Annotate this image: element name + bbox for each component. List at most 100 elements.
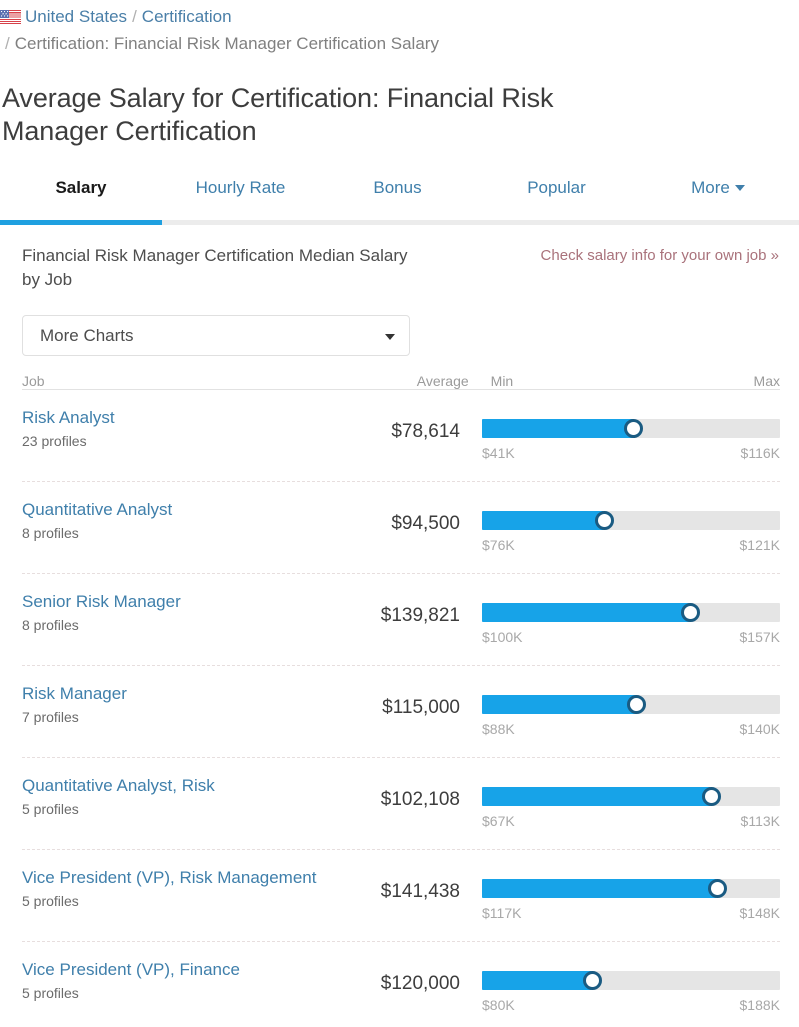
salary-range-bar [482,787,780,806]
salary-range-cell: $88K $140K [482,683,780,741]
breadcrumb-section-link[interactable]: Certification [142,7,232,26]
tab-more[interactable]: More [637,177,799,199]
salary-min-value: $80K [482,997,515,1013]
table-row: Quantitative Analyst8 profiles$94,500$76… [22,482,780,574]
check-own-job-link[interactable]: Check salary info for your own job » [541,244,779,266]
more-charts-select[interactable]: More Charts [22,315,410,356]
salary-range-bar-fill [482,511,604,530]
salary-range-bar-fill [482,971,592,990]
salary-max-value: $157K [740,629,780,645]
table-header-row: Job Average Min Max [22,356,780,390]
chevron-down-icon [385,334,395,340]
job-profile-count: 23 profiles [22,431,319,451]
salary-min-value: $76K [482,537,515,553]
salary-range-bar [482,879,780,898]
salary-range-cell: $100K$157K [482,591,780,649]
tab-popular[interactable]: Popular [476,177,637,199]
salary-range-labels: $100K$157K [482,629,780,649]
tab-popular-label: Popular [527,178,586,197]
tab-salary[interactable]: Salary [0,177,162,199]
column-header-max: Max [754,373,780,389]
median-salary-marker [624,419,643,438]
job-cell: Risk Analyst23 profiles [22,407,327,451]
salary-range-bar-fill [482,695,637,714]
salary-table: Job Average Min Max Risk Analyst23 profi… [22,356,780,1027]
average-salary-value: $115,000 [327,683,460,719]
table-body: Risk Analyst23 profiles$78,614$41K$116KQ… [22,390,780,1027]
median-salary-marker [708,879,727,898]
median-salary-marker [583,971,602,990]
tab-salary-label: Salary [55,178,106,197]
tab-bonus-label: Bonus [373,178,421,197]
salary-range-labels: $76K$121K [482,537,780,557]
average-salary-value: $120,000 [327,959,460,995]
breadcrumb: United States/Certification /Certificati… [0,0,799,57]
salary-range-labels: $41K $116K [482,445,780,465]
median-salary-marker [627,695,646,714]
salary-range-bar-fill [482,879,717,898]
salary-max-value: $140K [740,721,780,737]
table-row: Quantitative Analyst, Risk5 profiles$102… [22,758,780,850]
salary-range-cell: $67K$113K [482,775,780,833]
column-header-average: Average [333,373,469,389]
tab-bar: Salary Hourly Rate Bonus Popular More [0,177,799,225]
breadcrumb-separator-2: / [0,34,15,53]
salary-max-value: $116K [741,445,780,461]
salary-max-value: $148K [740,905,780,921]
salary-range-labels: $67K$113K [482,813,780,833]
job-title-link[interactable]: Senior Risk Manager [22,591,319,613]
table-row: Risk Analyst23 profiles$78,614$41K$116K [22,390,780,482]
job-title-link[interactable]: Vice President (VP), Risk Management [22,867,319,889]
salary-range-labels: $80K $188K [482,997,780,1017]
job-title-link[interactable]: Risk Analyst [22,407,319,429]
job-profile-count: 5 profiles [22,983,319,1003]
job-title-link[interactable]: Quantitative Analyst, Risk [22,775,319,797]
median-salary-marker [595,511,614,530]
tab-list: Salary Hourly Rate Bonus Popular More [0,177,799,217]
chart-header: Financial Risk Manager Certification Med… [0,225,799,292]
tab-bonus[interactable]: Bonus [319,177,476,199]
breadcrumb-country-link[interactable]: United States [25,7,127,26]
salary-range-cell: $117K $148K [482,867,780,925]
table-row: Senior Risk Manager8 profiles $139,821 $10… [22,574,780,666]
tab-hourly-rate[interactable]: Hourly Rate [162,177,319,199]
salary-max-value: $188K [740,997,780,1013]
salary-range-labels: $88K $140K [482,721,780,741]
job-profile-count: 8 profiles [22,615,319,635]
table-row: Vice President (VP), Risk Management5 pr… [22,850,780,942]
salary-min-value: $41K [482,445,515,461]
job-cell: Quantitative Analyst, Risk5 profiles [22,775,327,819]
tab-underline-active [0,220,162,225]
tab-more-label: More [691,178,730,197]
job-profile-count: 7 profiles [22,707,319,727]
average-salary-value: $139,821 [327,591,460,627]
salary-range-cell: $80K $188K [482,959,780,1017]
median-salary-marker [681,603,700,622]
us-flag-icon [0,10,21,24]
job-title-link[interactable]: Risk Manager [22,683,319,705]
job-cell: Vice President (VP), Risk Management5 pr… [22,867,327,911]
job-title-link[interactable]: Quantitative Analyst [22,499,319,521]
salary-min-value: $117K [482,905,521,921]
salary-range-bar [482,603,780,622]
breadcrumb-current: Certification: Financial Risk Manager Ce… [15,34,439,53]
tab-hourly-rate-label: Hourly Rate [196,178,286,197]
job-profile-count: 5 profiles [22,799,319,819]
page-title: Average Salary for Certification: Financ… [0,57,640,148]
salary-min-value: $88K [482,721,515,737]
salary-min-value: $67K [482,813,515,829]
salary-range-bar [482,695,780,714]
job-cell: Risk Manager7 profiles [22,683,327,727]
table-row: Risk Manager7 profiles$115,000$88K$140K [22,666,780,758]
average-salary-value: $102,108 [327,775,460,811]
salary-range-bar [482,419,780,438]
job-cell: Vice President (VP), Finance5 profiles [22,959,327,1003]
salary-range-bar-fill [482,603,691,622]
salary-range-bar-fill [482,419,634,438]
job-cell: Quantitative Analyst8 profiles [22,499,327,543]
salary-range-labels: $117K $148K [482,905,780,925]
salary-range-bar-fill [482,787,711,806]
salary-range-bar [482,511,780,530]
job-profile-count: 5 profiles [22,891,319,911]
job-title-link[interactable]: Vice President (VP), Finance [22,959,319,981]
